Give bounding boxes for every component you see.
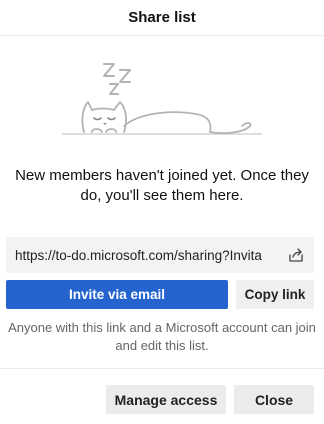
- share-list-dialog: Share list New members haven't joined ye…: [0, 0, 324, 424]
- dialog-header: Share list: [0, 0, 324, 36]
- manage-access-button[interactable]: Manage access: [106, 385, 226, 414]
- link-permission-note: Anyone with this link and a Microsoft ac…: [8, 320, 316, 353]
- share-link-url[interactable]: https://to-do.microsoft.com/sharing?Invi…: [6, 248, 282, 263]
- sleeping-cat-illustration: [0, 36, 324, 144]
- dialog-footer: Manage access Close: [106, 385, 314, 414]
- copy-link-button[interactable]: Copy link: [236, 280, 314, 309]
- empty-members-message: New members haven't joined yet. Once the…: [15, 167, 309, 204]
- share-icon[interactable]: [282, 241, 310, 269]
- invite-via-email-button[interactable]: Invite via email: [6, 280, 228, 309]
- share-actions: Invite via email Copy link: [6, 280, 314, 309]
- dialog-title: Share list: [128, 9, 196, 26]
- sleeping-cat-icon: [62, 63, 262, 135]
- footer-divider: [0, 368, 324, 369]
- share-link-field[interactable]: https://to-do.microsoft.com/sharing?Invi…: [6, 237, 314, 273]
- close-button[interactable]: Close: [234, 385, 314, 414]
